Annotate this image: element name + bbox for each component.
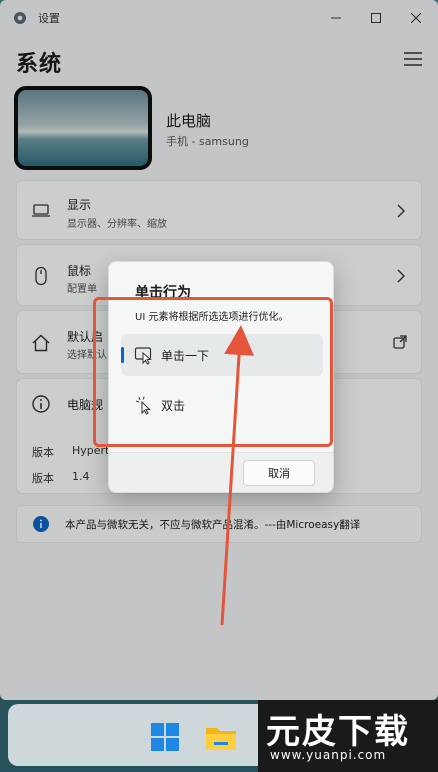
watermark-brand: 元皮下载 <box>266 712 410 752</box>
dialog-footer: 取消 <box>109 452 333 492</box>
windows-start-icon[interactable] <box>150 722 180 752</box>
file-explorer-icon[interactable] <box>204 722 238 752</box>
annotation-highlight-box <box>93 297 333 447</box>
watermark-logo: 元皮下载 www.yuanpi.com <box>258 700 438 772</box>
cancel-button[interactable]: 取消 <box>243 460 315 486</box>
watermark-url: www.yuanpi.com <box>270 748 387 762</box>
settings-window: 设置 系统 此电脑 手机 - samsung 显示 显示器、分辨率、缩放 鼠标 … <box>0 0 438 700</box>
